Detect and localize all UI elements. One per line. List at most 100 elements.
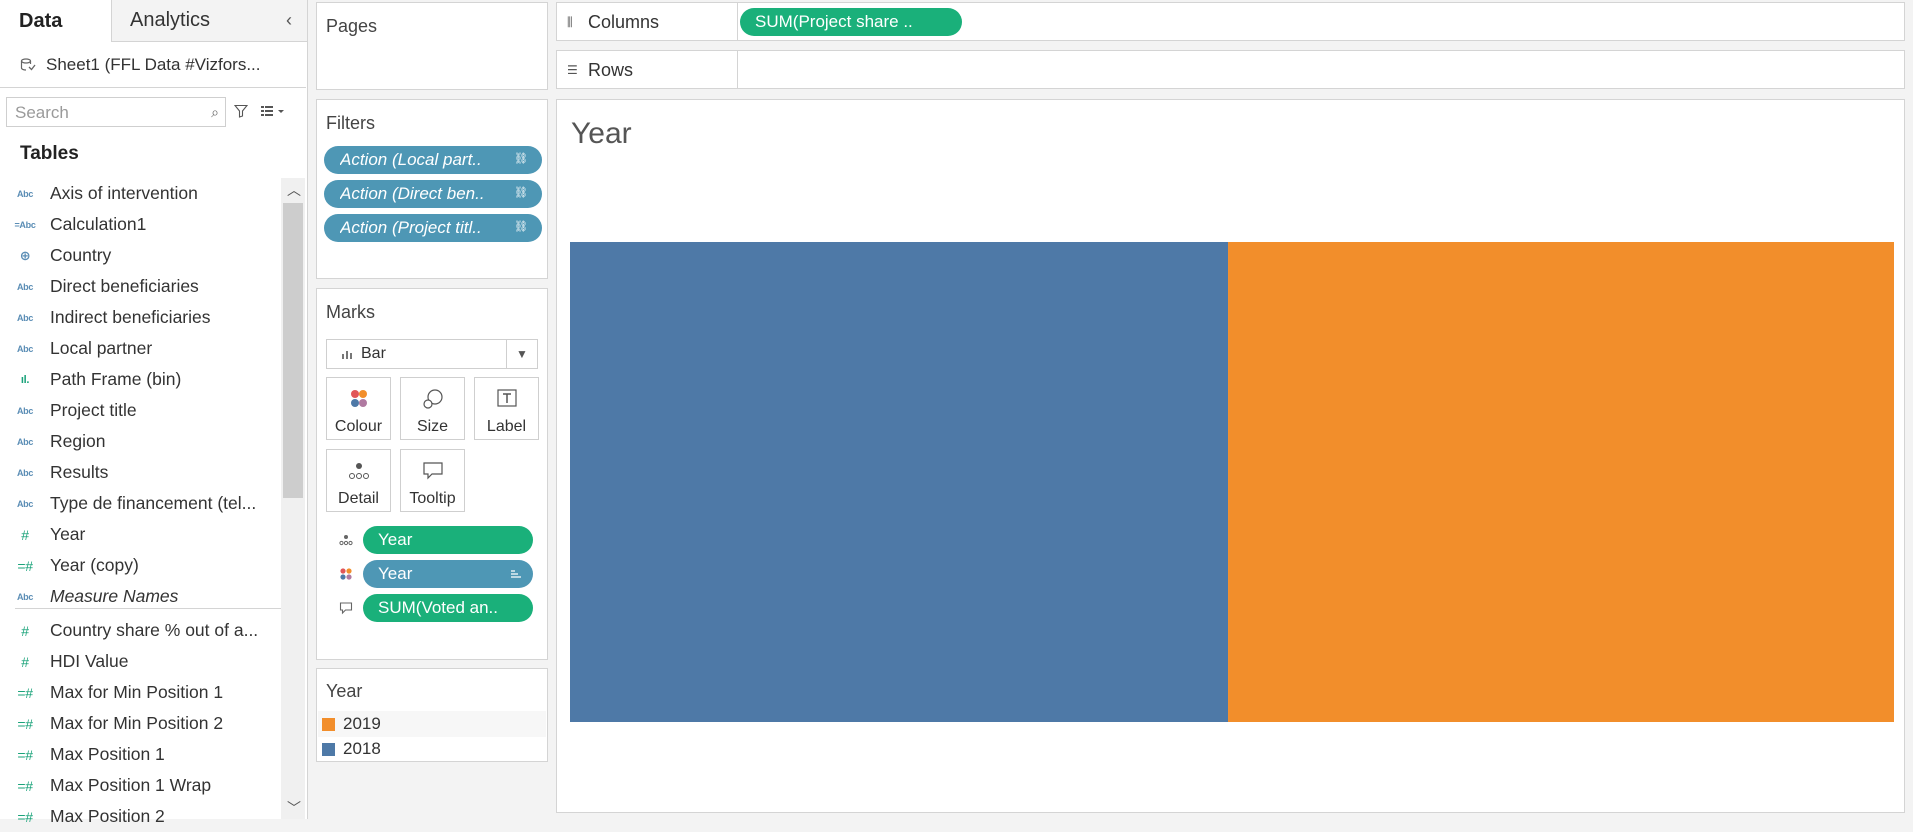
pill-label: Year (378, 530, 413, 549)
rows-label: Rows (588, 60, 634, 80)
calculated-number-icon: =# (17, 808, 33, 825)
link-icon: ⛓ (514, 153, 528, 165)
colour-label: Colour (334, 418, 383, 435)
scrollbar-thumb[interactable] (283, 203, 303, 498)
field-item[interactable]: =# Max Position 1 Wrap (0, 770, 280, 801)
field-item[interactable]: Abc Results (0, 457, 280, 488)
marks-pill-year-detail[interactable]: Year (363, 526, 533, 554)
field-item[interactable]: =Abc Calculation1 (0, 209, 280, 240)
columns-pill[interactable]: SUM(Project share .. (740, 8, 962, 36)
number-field-icon: # (21, 653, 29, 670)
view-options-icon[interactable] (260, 104, 286, 118)
worksheet-title: Year (571, 117, 632, 150)
field-item[interactable]: ⊕ Country (0, 240, 280, 271)
tooltip-icon (422, 462, 443, 480)
filters-card[interactable]: Filters Action (Local part.. ⛓ Action (D… (316, 99, 548, 279)
string-field-icon: Abc (16, 312, 34, 323)
legend-item-2019[interactable]: 2019 (322, 713, 381, 735)
detail-label: Detail (338, 490, 379, 507)
detail-icon (339, 535, 353, 546)
collapse-pane-icon[interactable]: ‹ (286, 10, 292, 31)
bin-icon: ıl. (20, 373, 30, 386)
tab-analytics[interactable]: Analytics (112, 0, 307, 42)
colour-icon (340, 568, 352, 580)
label-label: Label (486, 418, 527, 435)
field-item[interactable]: =# Max Position 1 (0, 739, 280, 770)
search-icon[interactable]: ⌕ (211, 104, 219, 121)
field-item[interactable]: # HDI Value (0, 646, 280, 677)
tab-data[interactable]: Data (0, 0, 112, 42)
filter-pill[interactable]: Action (Direct ben.. ⛓ (324, 180, 542, 208)
string-field-icon: Abc (16, 188, 34, 199)
string-field-icon: Abc (16, 498, 34, 509)
marks-title: Marks (326, 302, 375, 322)
field-label: HDI Value (50, 651, 129, 671)
field-label: Measure Names (50, 586, 179, 606)
colour-button[interactable]: Colour (326, 377, 391, 440)
field-label: Country share % out of a... (50, 620, 259, 640)
size-button[interactable]: Size (400, 377, 465, 440)
string-field-icon: Abc (16, 467, 34, 478)
field-item[interactable]: Abc Local partner (0, 333, 280, 364)
bar-segment-2018[interactable] (570, 242, 1229, 722)
marks-pill-year-colour[interactable]: Year (363, 560, 533, 588)
pill-label: SUM(Project share .. (755, 12, 913, 31)
pages-title: Pages (326, 16, 378, 36)
filter-pill[interactable]: Action (Local part.. ⛓ (324, 146, 542, 174)
datasource-row[interactable]: Sheet1 (FFL Data #Vizfors... (0, 43, 306, 88)
bar-chart-icon (342, 351, 352, 359)
field-item[interactable]: =# Max Position 2 (0, 801, 280, 832)
label-button[interactable]: Label (474, 377, 539, 440)
colour-legend-card[interactable]: Year 2019 2018 (316, 668, 548, 762)
field-item[interactable]: Abc Axis of intervention (0, 178, 280, 209)
detail-button[interactable]: Detail (326, 449, 391, 512)
pages-card[interactable]: Pages (316, 2, 548, 90)
field-item[interactable]: # Year (0, 519, 280, 550)
field-item[interactable]: ıl. Path Frame (bin) (0, 364, 280, 395)
sort-icon (511, 570, 521, 578)
scroll-up-icon[interactable]: ︿ (287, 180, 301, 200)
columns-shelf[interactable]: ⫼ Columns SUM(Project share .. (556, 2, 1905, 41)
field-item[interactable]: =# Max for Min Position 1 (0, 677, 280, 708)
field-label: Results (50, 462, 109, 482)
number-field-icon: # (21, 526, 29, 543)
marks-pill-sum-voted[interactable]: SUM(Voted an.. (363, 594, 533, 622)
field-item[interactable]: Abc Type de financement (tel... (0, 488, 280, 519)
field-item[interactable]: # Country share % out of a... (0, 615, 280, 646)
field-item[interactable]: =# Max for Min Position 2 (0, 708, 280, 739)
bar-segment-2019[interactable] (1228, 242, 1894, 722)
worksheet-view[interactable]: Year (556, 99, 1905, 813)
tooltip-label: Tooltip (409, 490, 456, 507)
search-input[interactable] (13, 102, 197, 124)
link-icon: ⛓ (514, 221, 528, 233)
search-box[interactable]: ⌕ (6, 97, 226, 127)
rows-shelf[interactable]: ☰ Rows (556, 50, 1905, 89)
legend-item-2018[interactable]: 2018 (322, 738, 381, 760)
legend-swatch (322, 742, 335, 756)
tooltip-button[interactable]: Tooltip (400, 449, 465, 512)
mark-type-label: Bar (361, 345, 386, 362)
chevron-down-icon[interactable]: ▼ (506, 340, 537, 368)
filter-pill-label: Action (Project titl.. (340, 218, 482, 237)
mark-type-dropdown[interactable]: Bar ▼ (326, 339, 538, 369)
string-field-icon: Abc (16, 343, 34, 354)
filters-title: Filters (326, 113, 375, 133)
dimensions-measures-divider (15, 608, 281, 609)
text-label-icon (496, 389, 517, 407)
pill-label: SUM(Voted an.. (378, 598, 499, 617)
field-label: Type de financement (tel... (50, 493, 257, 513)
field-item[interactable]: Abc Region (0, 426, 280, 457)
field-item[interactable]: Abc Indirect beneficiaries (0, 302, 280, 333)
scroll-down-icon[interactable]: ﹀ (287, 798, 301, 818)
field-item[interactable]: Abc Project title (0, 395, 280, 426)
datasource-label: Sheet1 (FFL Data #Vizfors... (46, 55, 261, 74)
field-item[interactable]: =# Year (copy) (0, 550, 280, 581)
string-field-icon: Abc (16, 405, 34, 416)
filter-icon[interactable] (234, 104, 248, 118)
field-label: Max for Min Position 1 (50, 682, 224, 702)
filter-pill[interactable]: Action (Project titl.. ⛓ (324, 214, 542, 242)
field-label: Path Frame (bin) (50, 369, 182, 389)
filter-pill-label: Action (Local part.. (340, 150, 482, 169)
legend-label: 2019 (343, 714, 381, 733)
field-item[interactable]: Abc Direct beneficiaries (0, 271, 280, 302)
